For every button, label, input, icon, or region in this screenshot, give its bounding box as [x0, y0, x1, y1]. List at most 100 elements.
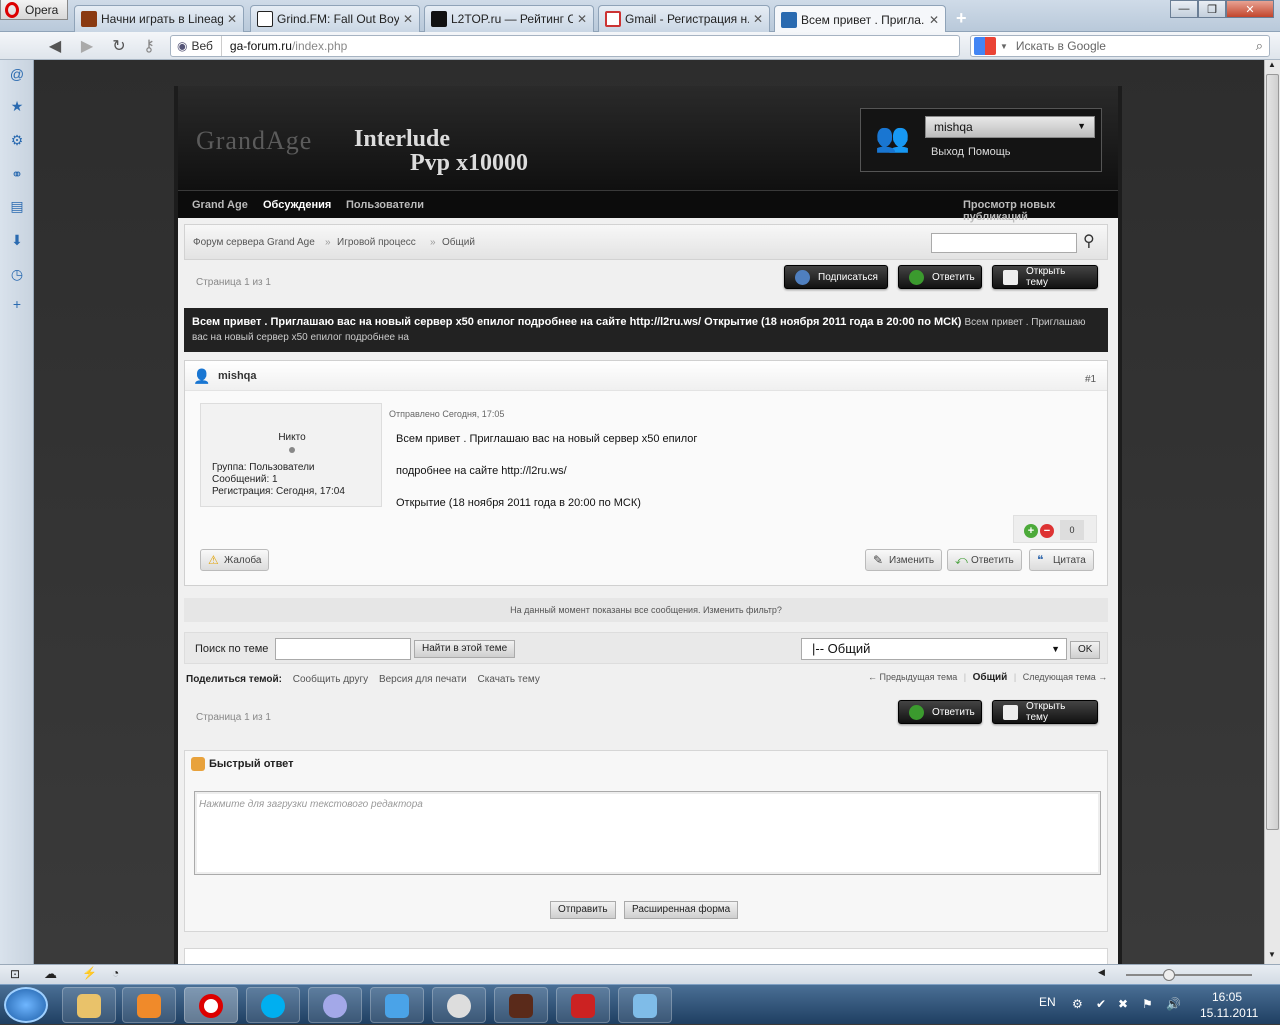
address-web-badge[interactable]: ◉ Веб — [171, 36, 222, 56]
nav-item-discussions[interactable]: Обсуждения — [263, 199, 331, 211]
taskbar-lineage[interactable] — [494, 987, 548, 1023]
rep-minus-icon[interactable]: − — [1040, 524, 1054, 538]
site-logo[interactable]: GrandAge — [196, 126, 312, 156]
tray-icon[interactable]: ⚙ — [1072, 997, 1083, 1011]
nav-new-posts-link[interactable]: Просмотр новых публикаций — [963, 199, 1118, 223]
clock-time[interactable]: 16:05 — [1212, 990, 1242, 1004]
scrollbar-thumb[interactable] — [1266, 74, 1279, 830]
taskbar-skype[interactable] — [246, 987, 300, 1023]
current-forum-link[interactable]: Общий — [973, 672, 1008, 683]
zoom-out-icon[interactable]: ◀ — [1098, 967, 1105, 978]
browser-tab[interactable]: Gmail - Регистрация н... ✕ — [598, 5, 770, 32]
topic-search-button[interactable]: Найти в этой теме — [414, 640, 516, 658]
back-icon[interactable]: ◀ — [44, 36, 66, 56]
gear-icon[interactable]: ⚙ — [9, 132, 25, 148]
address-url[interactable]: ga-forum.ru/index.php — [222, 39, 347, 53]
report-button[interactable]: ⚠ Жалоба — [200, 549, 270, 571]
help-link[interactable]: Помощь — [968, 146, 1011, 158]
opera-menu-button[interactable]: Opera — [0, 0, 68, 20]
reply-button[interactable]: Ответить — [898, 700, 982, 724]
key-icon[interactable]: ⚷ — [138, 36, 160, 56]
close-icon[interactable]: ✕ — [753, 12, 763, 26]
unite-cloud-icon[interactable]: ☁ — [44, 966, 57, 982]
new-tab-button[interactable]: + — [956, 8, 967, 29]
reload-icon[interactable]: ↻ — [108, 36, 130, 56]
search-icon[interactable]: ⚲ — [1083, 231, 1103, 251]
taskbar-media-player[interactable] — [122, 987, 176, 1023]
browser-tab-active[interactable]: Всем привет . Пригла... ✕ — [774, 5, 946, 33]
taskbar-app[interactable] — [308, 987, 362, 1023]
volume-icon[interactable]: 🔊 — [1166, 997, 1181, 1011]
reply-button[interactable]: Ответить — [898, 265, 982, 289]
site-search-input[interactable] — [931, 233, 1077, 253]
subscribe-button[interactable]: Подписаться — [784, 265, 888, 289]
start-button[interactable] — [4, 987, 48, 1023]
edit-button[interactable]: ✎ Изменить — [865, 549, 943, 571]
turbo-icon[interactable]: ⚡ — [82, 966, 97, 980]
taskbar-app[interactable] — [370, 987, 424, 1023]
taskbar-paint[interactable] — [618, 987, 672, 1023]
google-icon[interactable] — [974, 37, 996, 55]
taskbar-opera[interactable] — [184, 987, 238, 1023]
prev-topic-link[interactable]: ← Предыдущая тема — [868, 672, 957, 682]
tray-icon[interactable]: ⚑ — [1142, 997, 1153, 1011]
rep-plus-icon[interactable]: + — [1024, 524, 1038, 538]
clock-date[interactable]: 15.11.2011 — [1200, 1006, 1258, 1020]
mail-icon[interactable]: @ — [9, 66, 25, 82]
page-scrollbar[interactable]: ▲ ▼ — [1264, 60, 1280, 964]
close-icon[interactable]: ✕ — [929, 13, 939, 27]
post-author-link[interactable]: mishqa — [218, 370, 257, 382]
quick-reply-editor[interactable]: Нажмите для загрузки текстового редактор… — [194, 791, 1101, 875]
browser-tab[interactable]: L2TOP.ru — Рейтинг С... ✕ — [424, 5, 594, 32]
maximize-button[interactable]: ❐ — [1198, 0, 1226, 18]
widgets-icon[interactable]: ⚭ — [9, 166, 25, 182]
taskbar-explorer[interactable] — [62, 987, 116, 1023]
forum-jump-ok-button[interactable]: OK — [1070, 641, 1101, 659]
nav-item-users[interactable]: Пользователи — [346, 199, 424, 211]
history-clock-icon[interactable]: ◷ — [9, 266, 25, 282]
breadcrumb-gameplay[interactable]: Игровой процесс — [337, 237, 416, 248]
taskbar-app[interactable] — [556, 987, 610, 1023]
nav-item-grand-age[interactable]: Grand Age — [192, 199, 248, 211]
browser-tab[interactable]: Начни играть в Lineag... ✕ — [74, 5, 244, 32]
bookmarks-star-icon[interactable]: ★ — [9, 98, 25, 114]
send-button[interactable]: Отправить — [550, 901, 616, 919]
network-icon[interactable]: ✖ — [1118, 997, 1128, 1011]
post-filter-notice[interactable]: На данный момент показаны все сообщения.… — [184, 598, 1108, 622]
zoom-slider[interactable] — [1126, 969, 1252, 981]
tray-icon[interactable]: ✔ — [1096, 997, 1106, 1011]
post-number-link[interactable]: #1 — [1085, 374, 1096, 385]
speed-dial-icon[interactable]: ◔ — [112, 966, 119, 980]
notes-icon[interactable]: ▤ — [9, 198, 25, 214]
forward-icon[interactable]: ▶ — [76, 36, 98, 56]
new-topic-button[interactable]: Открыть тему — [992, 700, 1098, 724]
google-search-field[interactable]: ▼ Искать в Google ⌕ — [970, 35, 1270, 57]
forum-jump-select[interactable]: |-- Общий ▼ — [801, 638, 1067, 660]
scroll-down-icon[interactable]: ▼ — [1268, 950, 1276, 959]
share-link-friend[interactable]: Сообщить другу — [293, 674, 368, 685]
new-topic-button[interactable]: Открыть тему — [992, 265, 1098, 289]
close-icon[interactable]: ✕ — [227, 12, 237, 26]
search-icon[interactable]: ⌕ — [1256, 38, 1263, 54]
breadcrumb-forum[interactable]: Форум сервера Grand Age — [193, 237, 315, 248]
minimize-button[interactable]: — — [1170, 0, 1198, 18]
breadcrumb-general[interactable]: Общий — [442, 237, 475, 248]
advanced-form-button[interactable]: Расширенная форма — [624, 901, 739, 919]
close-window-button[interactable]: ✕ — [1226, 0, 1274, 18]
close-icon[interactable]: ✕ — [403, 12, 413, 26]
post-reply-button[interactable]: ⤺ Ответить — [947, 549, 1022, 571]
quote-button[interactable]: ❝ Цитата — [1029, 549, 1094, 571]
zoom-slider-handle[interactable] — [1163, 969, 1175, 981]
logout-link[interactable]: Выход — [931, 146, 964, 158]
share-link-print[interactable]: Версия для печати — [379, 674, 467, 685]
language-indicator[interactable]: EN — [1039, 995, 1056, 1009]
topic-search-input[interactable] — [275, 638, 411, 660]
browser-tab[interactable]: Grind.FM: Fall Out Boy ... ✕ — [250, 5, 420, 32]
address-bar[interactable]: ◉ Веб ga-forum.ru/index.php — [170, 35, 960, 57]
next-topic-link[interactable]: Следующая тема → — [1023, 672, 1108, 682]
add-panel-icon[interactable]: + — [9, 296, 25, 312]
taskbar-headset-app[interactable] — [432, 987, 486, 1023]
share-link-download[interactable]: Скачать тему — [478, 674, 540, 685]
user-menu-select[interactable]: mishqa ▼ — [925, 116, 1095, 138]
downloads-icon[interactable]: ⬇ — [9, 232, 25, 248]
